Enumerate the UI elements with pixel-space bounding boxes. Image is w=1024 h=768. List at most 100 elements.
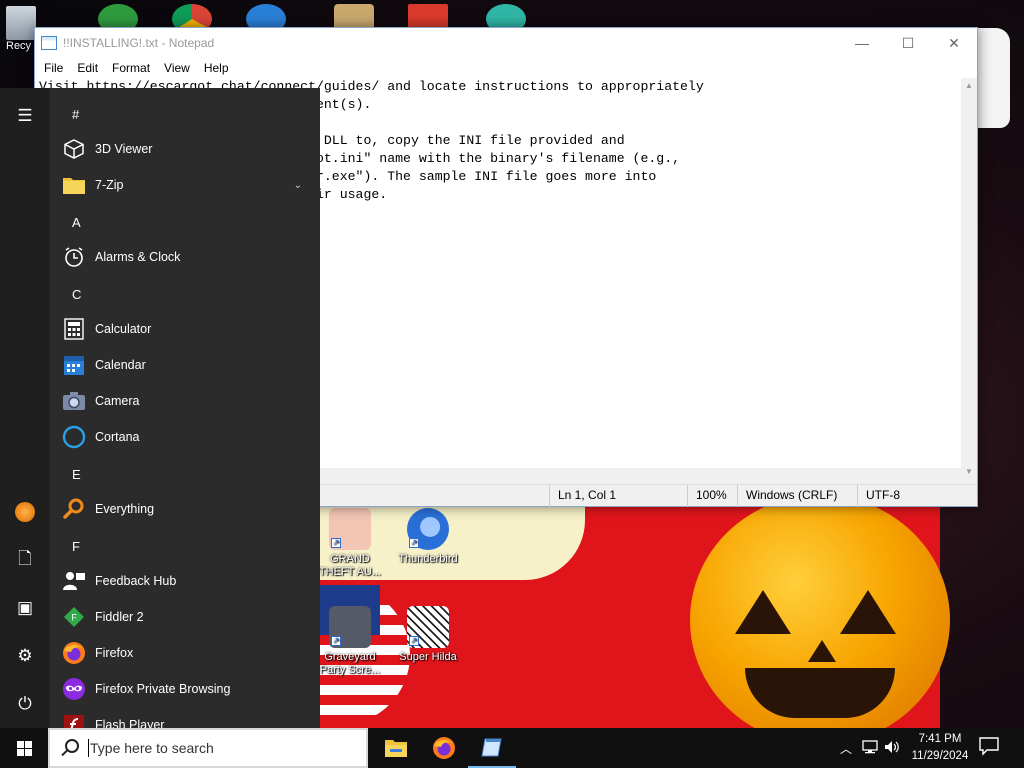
app-feedback-hub[interactable]: Feedback Hub — [62, 563, 314, 599]
app-camera[interactable]: Camera — [62, 383, 314, 419]
desktop-icon-label: Super Hilda — [399, 651, 457, 663]
app-label: 3D Viewer — [95, 142, 153, 156]
status-line-ending: Windows (CRLF) — [737, 485, 837, 507]
thunderbird-icon: ↗ — [407, 508, 449, 550]
desktop-icon-thunderbird[interactable]: ↗ Thunderbird — [390, 508, 466, 566]
firefox-private-icon — [62, 677, 86, 701]
app-label: Camera — [95, 394, 140, 408]
camera-icon — [62, 389, 86, 413]
taskbar-firefox[interactable] — [420, 728, 468, 768]
scroll-down-arrow-icon[interactable]: ▼ — [961, 464, 977, 480]
desktop-icon-graveyard[interactable]: ↗ Graveyard Party Scre... — [312, 606, 388, 677]
status-encoding: UTF-8 — [857, 485, 900, 507]
menu-file[interactable]: File — [37, 61, 70, 75]
app-7-zip[interactable]: 7-Zip ⌄ — [62, 167, 314, 203]
app-calculator[interactable]: Calculator — [62, 311, 314, 347]
taskbar-search-box[interactable]: Type here to search — [48, 728, 368, 768]
document-icon[interactable]: 🗋 — [0, 536, 50, 584]
pictures-icon[interactable]: ▣ — [0, 584, 50, 632]
desktop-icon-label: GRAND THEFT AU... — [318, 553, 382, 578]
app-label: Firefox — [95, 646, 134, 660]
app-everything[interactable]: Everything — [62, 491, 314, 527]
taskbar: Type here to search ︿ 7:41 PM 11/29/2024 — [0, 728, 1024, 768]
maximize-button[interactable]: ☐ — [885, 28, 931, 58]
start-menu-rail: ☰ 🗋 ▣ ⚙ ⏻ — [0, 88, 50, 728]
user-avatar-icon[interactable] — [0, 488, 50, 536]
window-title: !!INSTALLING!.txt - Notepad — [63, 36, 215, 50]
app-label: Flash Player — [95, 718, 165, 728]
scroll-up-arrow-icon[interactable]: ▲ — [961, 78, 977, 94]
app-label: Everything — [95, 502, 155, 516]
minimize-button[interactable]: — — [839, 28, 885, 58]
app-firefox-private[interactable]: Firefox Private Browsing — [62, 671, 314, 707]
app-calendar[interactable]: Calendar — [62, 347, 314, 383]
close-button[interactable]: ✕ — [931, 28, 977, 58]
section-letter[interactable]: C — [72, 277, 81, 313]
window-titlebar[interactable]: !!INSTALLING!.txt - Notepad — ☐ ✕ — [35, 28, 977, 58]
clock-date: 11/29/2024 — [911, 750, 969, 762]
app-label: Firefox Private Browsing — [95, 682, 231, 696]
section-letter[interactable]: # — [72, 97, 79, 133]
vertical-scrollbar[interactable]: ▲ ▼ — [961, 78, 977, 496]
notepad-icon — [481, 738, 502, 757]
search-tool-icon — [62, 497, 86, 521]
windows-logo-icon — [16, 740, 32, 756]
taskbar-file-explorer[interactable] — [372, 728, 420, 768]
volume-icon[interactable] — [884, 740, 900, 757]
section-letter[interactable]: E — [72, 457, 81, 493]
notepad-app-icon — [41, 36, 57, 50]
app-3d-viewer[interactable]: 3D Viewer — [62, 131, 314, 167]
desktop-icon-label: Thunderbird — [398, 553, 458, 565]
search-placeholder: Type here to search — [90, 740, 214, 756]
file-explorer-icon — [385, 740, 407, 757]
notification-center-icon[interactable] — [978, 736, 1004, 760]
menu-bar: File Edit Format View Help — [35, 58, 977, 78]
section-letter[interactable]: F — [72, 529, 80, 565]
menu-view[interactable]: View — [157, 61, 197, 75]
folder-icon — [62, 173, 86, 197]
app-firefox[interactable]: Firefox — [62, 635, 314, 671]
app-flash-player[interactable]: Flash Player — [62, 707, 314, 728]
status-zoom: 100% — [687, 485, 727, 507]
chevron-down-icon[interactable]: ⌄ — [294, 180, 302, 191]
system-clock[interactable]: 7:41 PM 11/29/2024 — [906, 731, 974, 765]
desktop-icon-super-hilda[interactable]: ↗ Super Hilda — [390, 606, 466, 664]
taskbar-notepad[interactable] — [468, 728, 516, 768]
network-icon[interactable] — [862, 740, 878, 757]
section-letter[interactable]: A — [72, 205, 81, 241]
firefox-icon — [62, 641, 86, 665]
app-alarms-clock[interactable]: Alarms & Clock — [62, 239, 314, 275]
start-menu: ☰ 🗋 ▣ ⚙ ⏻ # 3D Viewer 7-Zip ⌄ A Alarms &… — [0, 88, 320, 728]
app-label: Alarms & Clock — [95, 250, 181, 264]
app-label: Calculator — [95, 322, 152, 336]
menu-edit[interactable]: Edit — [70, 61, 105, 75]
menu-format[interactable]: Format — [105, 61, 157, 75]
recycle-bin-icon — [6, 6, 36, 40]
desktop-icon-gta[interactable]: ↗ GRAND THEFT AU... — [312, 508, 388, 579]
app-label: Cortana — [95, 430, 140, 444]
calculator-icon — [62, 317, 86, 341]
hamburger-icon[interactable]: ☰ — [0, 92, 50, 140]
chevron-up-icon[interactable]: ︿ — [840, 740, 852, 757]
clock-time: 7:41 PM — [918, 733, 962, 745]
app-label: 7-Zip — [95, 178, 124, 192]
search-icon — [60, 738, 80, 758]
pumpkin-nose — [808, 640, 836, 662]
pumpkin-eye-right — [840, 590, 896, 634]
gear-icon[interactable]: ⚙ — [0, 632, 50, 680]
super-hilda-icon: ↗ — [407, 606, 449, 648]
cortana-icon — [62, 425, 86, 449]
app-fiddler-2[interactable]: F Fiddler 2 — [62, 599, 314, 635]
cube-icon — [62, 137, 86, 161]
app-label: Fiddler 2 — [95, 610, 144, 624]
menu-help[interactable]: Help — [197, 61, 236, 75]
pumpkin-eye-left — [735, 590, 791, 634]
feedback-hub-icon — [62, 569, 86, 593]
power-icon[interactable]: ⏻ — [0, 680, 50, 728]
status-cursor-position: Ln 1, Col 1 — [549, 485, 616, 507]
alarm-clock-icon — [62, 245, 86, 269]
text-caret — [88, 739, 89, 757]
start-button[interactable] — [0, 728, 48, 768]
app-cortana[interactable]: Cortana — [62, 419, 314, 455]
app-label: Feedback Hub — [95, 574, 177, 588]
